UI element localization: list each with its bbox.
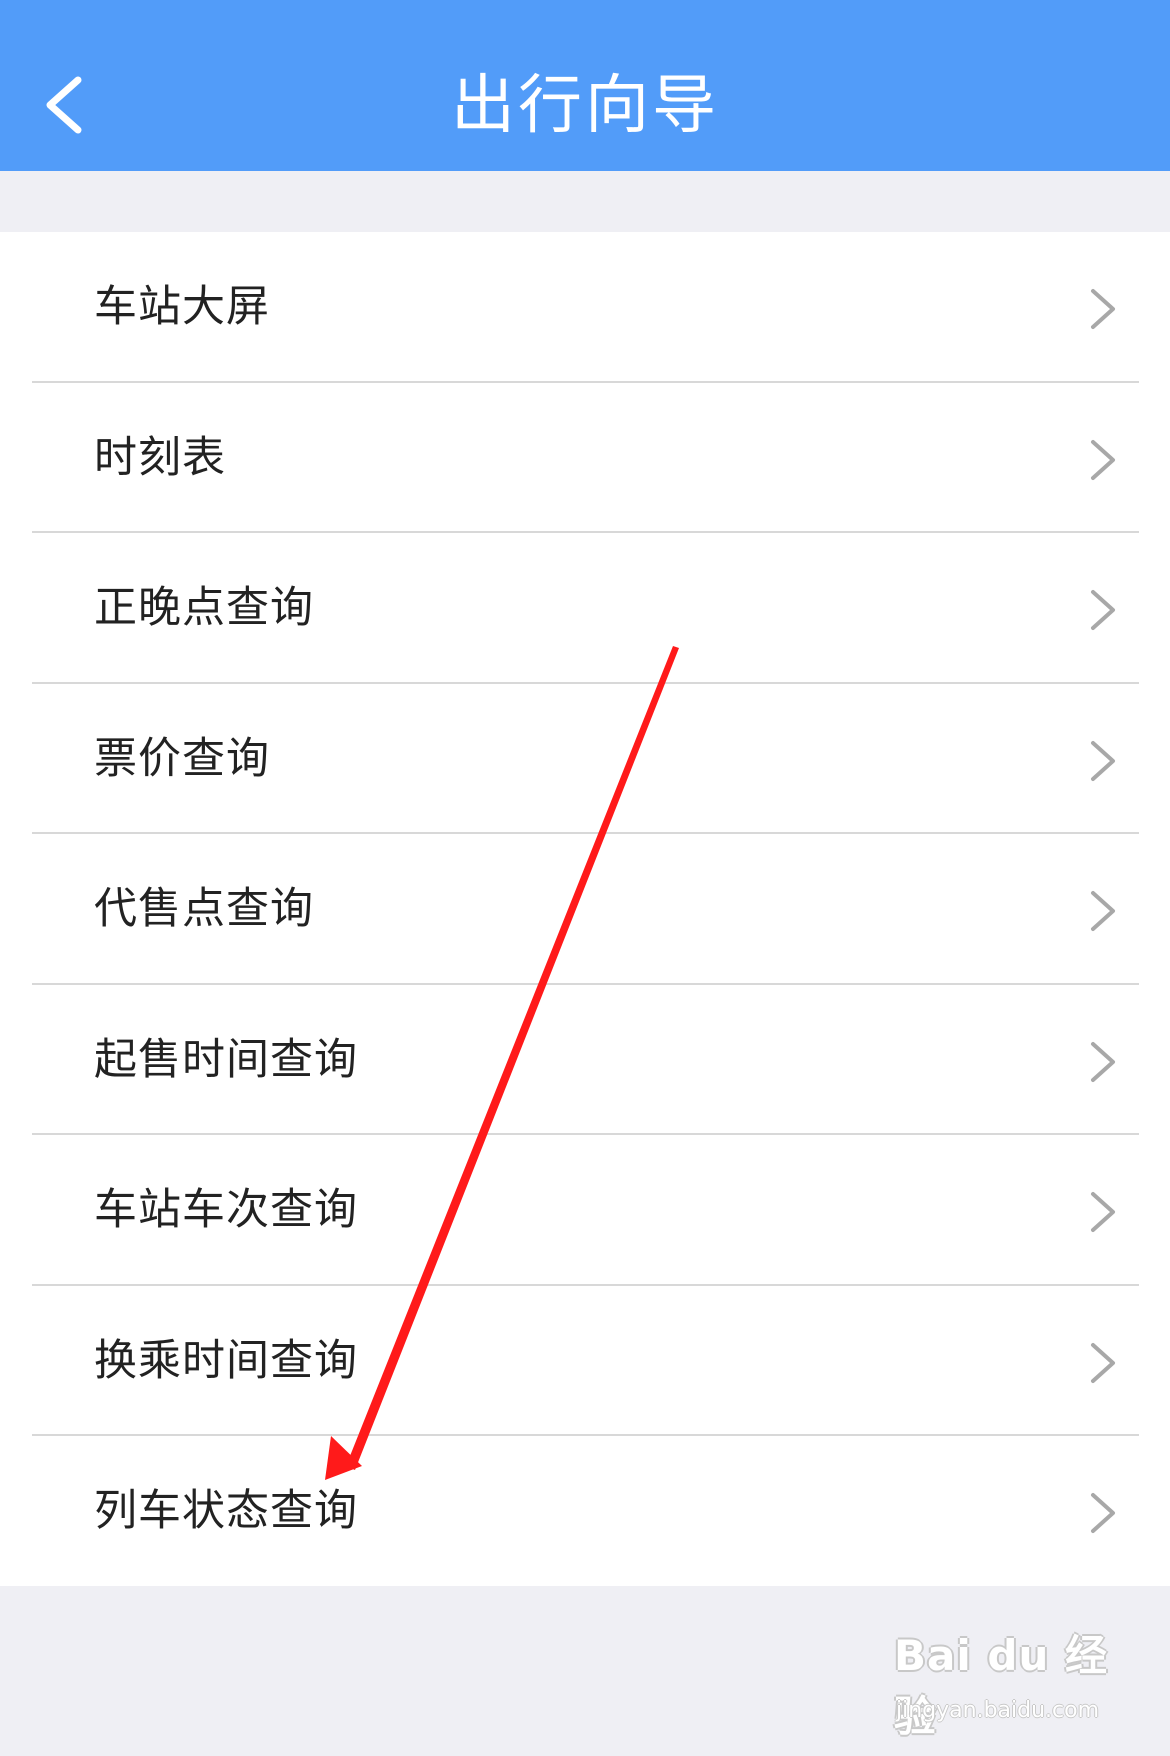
menu-list: 车站大屏 时刻表 正晚点查询 票价查询 代售点查询 起售时间查询 车站车次查询 … [0,232,1170,1586]
menu-item-sale-time-query[interactable]: 起售时间查询 [0,985,1170,1135]
menu-item-transfer-time-query[interactable]: 换乘时间查询 [0,1286,1170,1436]
menu-item-label: 正晚点查询 [94,583,314,633]
baidu-jingyan-watermark: Bai du 经验 jingyan.baidu.com [894,1622,1124,1741]
menu-item-station-screen[interactable]: 车站大屏 [0,232,1170,383]
chevron-right-icon [1091,1342,1115,1383]
menu-item-train-status-query[interactable]: 列车状态查询 [0,1436,1170,1587]
watermark-url: jingyan.baidu.com [896,1698,1100,1723]
menu-item-label: 时刻表 [94,432,226,483]
menu-item-agency-query[interactable]: 代售点查询 [0,834,1170,985]
navigation-bar: 出行向导 [0,0,1170,171]
menu-item-label: 代售点查询 [94,884,314,934]
menu-item-label: 换乘时间查询 [94,1335,358,1386]
chevron-right-icon [1091,740,1115,781]
chevron-right-icon [1091,1041,1115,1082]
chevron-right-icon [1091,590,1115,630]
chevron-right-icon [1091,891,1115,931]
chevron-right-icon [1091,439,1115,480]
menu-item-label: 起售时间查询 [94,1034,358,1085]
menu-item-label: 列车状态查询 [94,1486,358,1536]
menu-item-timetable[interactable]: 时刻表 [0,383,1170,533]
chevron-right-icon [1091,289,1115,329]
chevron-right-icon [1091,1493,1115,1533]
menu-item-station-train-query[interactable]: 车站车次查询 [0,1135,1170,1286]
watermark-logo: Bai du 经验 [894,1631,1108,1741]
menu-item-label: 票价查询 [94,733,270,784]
menu-item-label: 车站大屏 [94,282,270,332]
page-title: 出行向导 [451,69,719,143]
menu-item-fare-query[interactable]: 票价查询 [0,684,1170,834]
chevron-right-icon [1091,1192,1115,1232]
menu-item-label: 车站车次查询 [94,1185,358,1235]
menu-item-delay-query[interactable]: 正晚点查询 [0,533,1170,684]
